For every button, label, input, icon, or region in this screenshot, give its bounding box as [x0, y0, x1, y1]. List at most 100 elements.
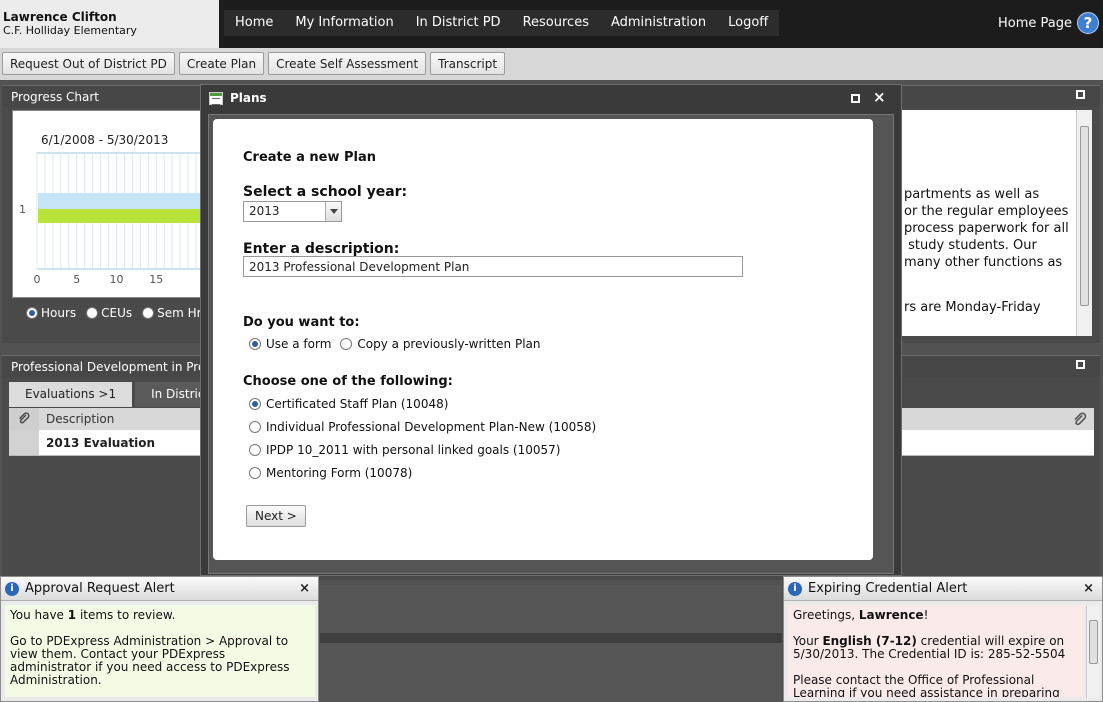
radio-ipdp-new[interactable] [249, 421, 261, 433]
radio-sem-hrs[interactable]: Sem Hrs [142, 306, 208, 320]
alert-title-bar: i Expiring Credential Alert [784, 577, 1102, 601]
radio-ceus-dot[interactable] [86, 307, 99, 319]
nav-resources[interactable]: Resources [512, 10, 600, 36]
certificated-label: Certificated Staff Plan (10048) [266, 397, 449, 411]
text-prefix: Your [793, 634, 823, 648]
contact-line: Please contact the Office of Professiona… [793, 673, 1060, 698]
close-icon[interactable]: × [299, 581, 310, 596]
dialog-title-bar: Plans [201, 85, 901, 111]
tab-evaluations[interactable]: Evaluations >1 [9, 382, 133, 407]
create-plan-heading: Create a new Plan [243, 150, 377, 165]
chevron-down-icon[interactable] [325, 202, 341, 221]
approval-instructions: Go to PDExpress Administration > Approva… [10, 634, 290, 687]
maximize-icon[interactable] [1076, 90, 1085, 99]
paperclip-icon [19, 412, 30, 424]
create-self-assessment-button[interactable]: Create Self Assessment [268, 52, 427, 75]
option-use-form[interactable]: Use a form Copy a previously-written Pla… [249, 337, 541, 351]
close-icon[interactable]: × [873, 88, 886, 106]
paperclip-icon[interactable] [1072, 412, 1088, 428]
text-suffix: ! [923, 608, 929, 622]
user-name: Lawrence Clifton [3, 10, 117, 24]
request-out-of-district-pd-button[interactable]: Request Out of District PD [2, 52, 175, 75]
close-icon[interactable]: × [1083, 581, 1094, 596]
use-form-label: Use a form [266, 337, 332, 351]
radio-copy-plan[interactable] [340, 338, 353, 350]
pd-tabs: Evaluations >1 In District I [9, 382, 233, 407]
x-tick-label: 0 [34, 273, 41, 286]
nav-my-information[interactable]: My Information [284, 10, 404, 36]
radio-ceus-label: CEUs [101, 306, 133, 320]
background-panel [320, 585, 782, 702]
info-icon: i [788, 581, 802, 596]
nav-administration[interactable]: Administration [600, 10, 717, 36]
approval-alert-title: Approval Request Alert [25, 581, 175, 596]
info-text-area: partments as well as or the regular empl… [900, 110, 1077, 336]
info-scroll-thumb[interactable] [1080, 126, 1089, 306]
plan-option-mentoring[interactable]: Mentoring Form (10078) [249, 466, 412, 480]
plan-option-ipdp-goals[interactable]: IPDP 10_2011 with personal linked goals … [249, 443, 560, 457]
radio-mentoring[interactable] [249, 467, 261, 479]
radio-sem-hrs-dot[interactable] [142, 307, 155, 319]
radio-hours-label: Hours [41, 306, 77, 320]
greeting-line: Greetings, Lawrence! [793, 609, 1079, 622]
credential-line: Your English (7-12) credential will expi… [793, 635, 1079, 661]
background-bar [320, 633, 782, 643]
progress-chart: 0 5 10 15 1 6/1/2008 - 5/30/2013 [12, 110, 202, 298]
info-scrollbar[interactable] [1076, 110, 1092, 336]
school-year-select[interactable]: 2013 [243, 201, 342, 222]
nav-in-district-pd[interactable]: In District PD [405, 10, 512, 36]
credential-name: English (7-12) [822, 634, 917, 648]
radio-certificated[interactable] [249, 398, 261, 410]
app-header: Lawrence Clifton C.F. Holliday Elementar… [0, 0, 1103, 48]
credential-scrollbar[interactable] [1086, 606, 1100, 698]
info-hours-text: rs are Monday-Friday [904, 300, 1041, 315]
bar-lower [38, 209, 201, 223]
radio-ipdp-goals[interactable] [249, 444, 261, 456]
radio-hours[interactable]: Hours [26, 306, 76, 320]
dialog-content: Create a new Plan Select a school year: … [213, 119, 873, 560]
action-toolbar: Request Out of District PD Create Plan C… [0, 48, 1103, 80]
description-input[interactable] [243, 256, 743, 277]
info-text: partments as well as or the regular empl… [904, 187, 1069, 270]
radio-ceus[interactable]: CEUs [86, 306, 132, 320]
maximize-icon[interactable] [851, 94, 860, 103]
approval-alert-body: You have 1 items to review. Go to PDExpr… [5, 605, 315, 697]
plan-option-certificated[interactable]: Certificated Staff Plan (10048) [249, 397, 448, 411]
radio-use-form[interactable] [249, 338, 261, 350]
plans-dialog: Plans × Create a new Plan Select a schoo… [200, 84, 902, 576]
home-page-label[interactable]: Home Page [998, 16, 1072, 31]
chart-date-range: 6/1/2008 - 5/30/2013 [41, 133, 169, 147]
ipdp-goals-label: IPDP 10_2011 with personal linked goals … [266, 443, 561, 457]
approval-request-alert: i Approval Request Alert × You have 1 it… [0, 576, 319, 702]
info-icon: i [5, 581, 19, 596]
radio-hours-dot[interactable] [26, 307, 38, 319]
row-description[interactable]: 2013 Evaluation [39, 436, 155, 450]
description-label: Enter a description: [243, 241, 400, 257]
home-page-link[interactable]: Home Page ? [998, 12, 1099, 34]
dropdown-arrow [329, 209, 338, 214]
expiring-credential-alert: i Expiring Credential Alert × Greetings,… [783, 576, 1103, 702]
main-nav: Home My Information In District PD Resou… [224, 10, 780, 36]
dialog-frame: Create a new Plan Select a school year: … [208, 114, 894, 574]
maximize-icon[interactable] [1076, 360, 1085, 369]
approval-count-line: You have 1 items to review. [10, 609, 310, 622]
help-icon[interactable]: ? [1077, 12, 1099, 34]
transcript-button[interactable]: Transcript [430, 52, 506, 75]
create-plan-button[interactable]: Create Plan [178, 52, 265, 75]
text-prefix: Greetings, [793, 608, 859, 622]
dialog-title: Plans [230, 91, 267, 105]
approval-count: 1 [67, 608, 77, 622]
mentoring-label: Mentoring Form (10078) [266, 466, 413, 480]
nav-logoff[interactable]: Logoff [717, 10, 779, 36]
credential-scroll-thumb[interactable] [1089, 620, 1098, 664]
next-button[interactable]: Next > [246, 505, 306, 527]
alert-title-bar: i Approval Request Alert [1, 577, 318, 601]
school-year-value: 2013 [249, 204, 280, 218]
row-selector[interactable] [9, 430, 39, 455]
text-prefix: You have [10, 608, 68, 622]
x-tick-label: 5 [73, 273, 80, 286]
column-description: Description [46, 412, 115, 426]
plan-option-ipdp-new[interactable]: Individual Professional Development Plan… [249, 420, 596, 434]
nav-home[interactable]: Home [224, 10, 284, 36]
ipdp-new-label: Individual Professional Development Plan… [266, 420, 597, 434]
